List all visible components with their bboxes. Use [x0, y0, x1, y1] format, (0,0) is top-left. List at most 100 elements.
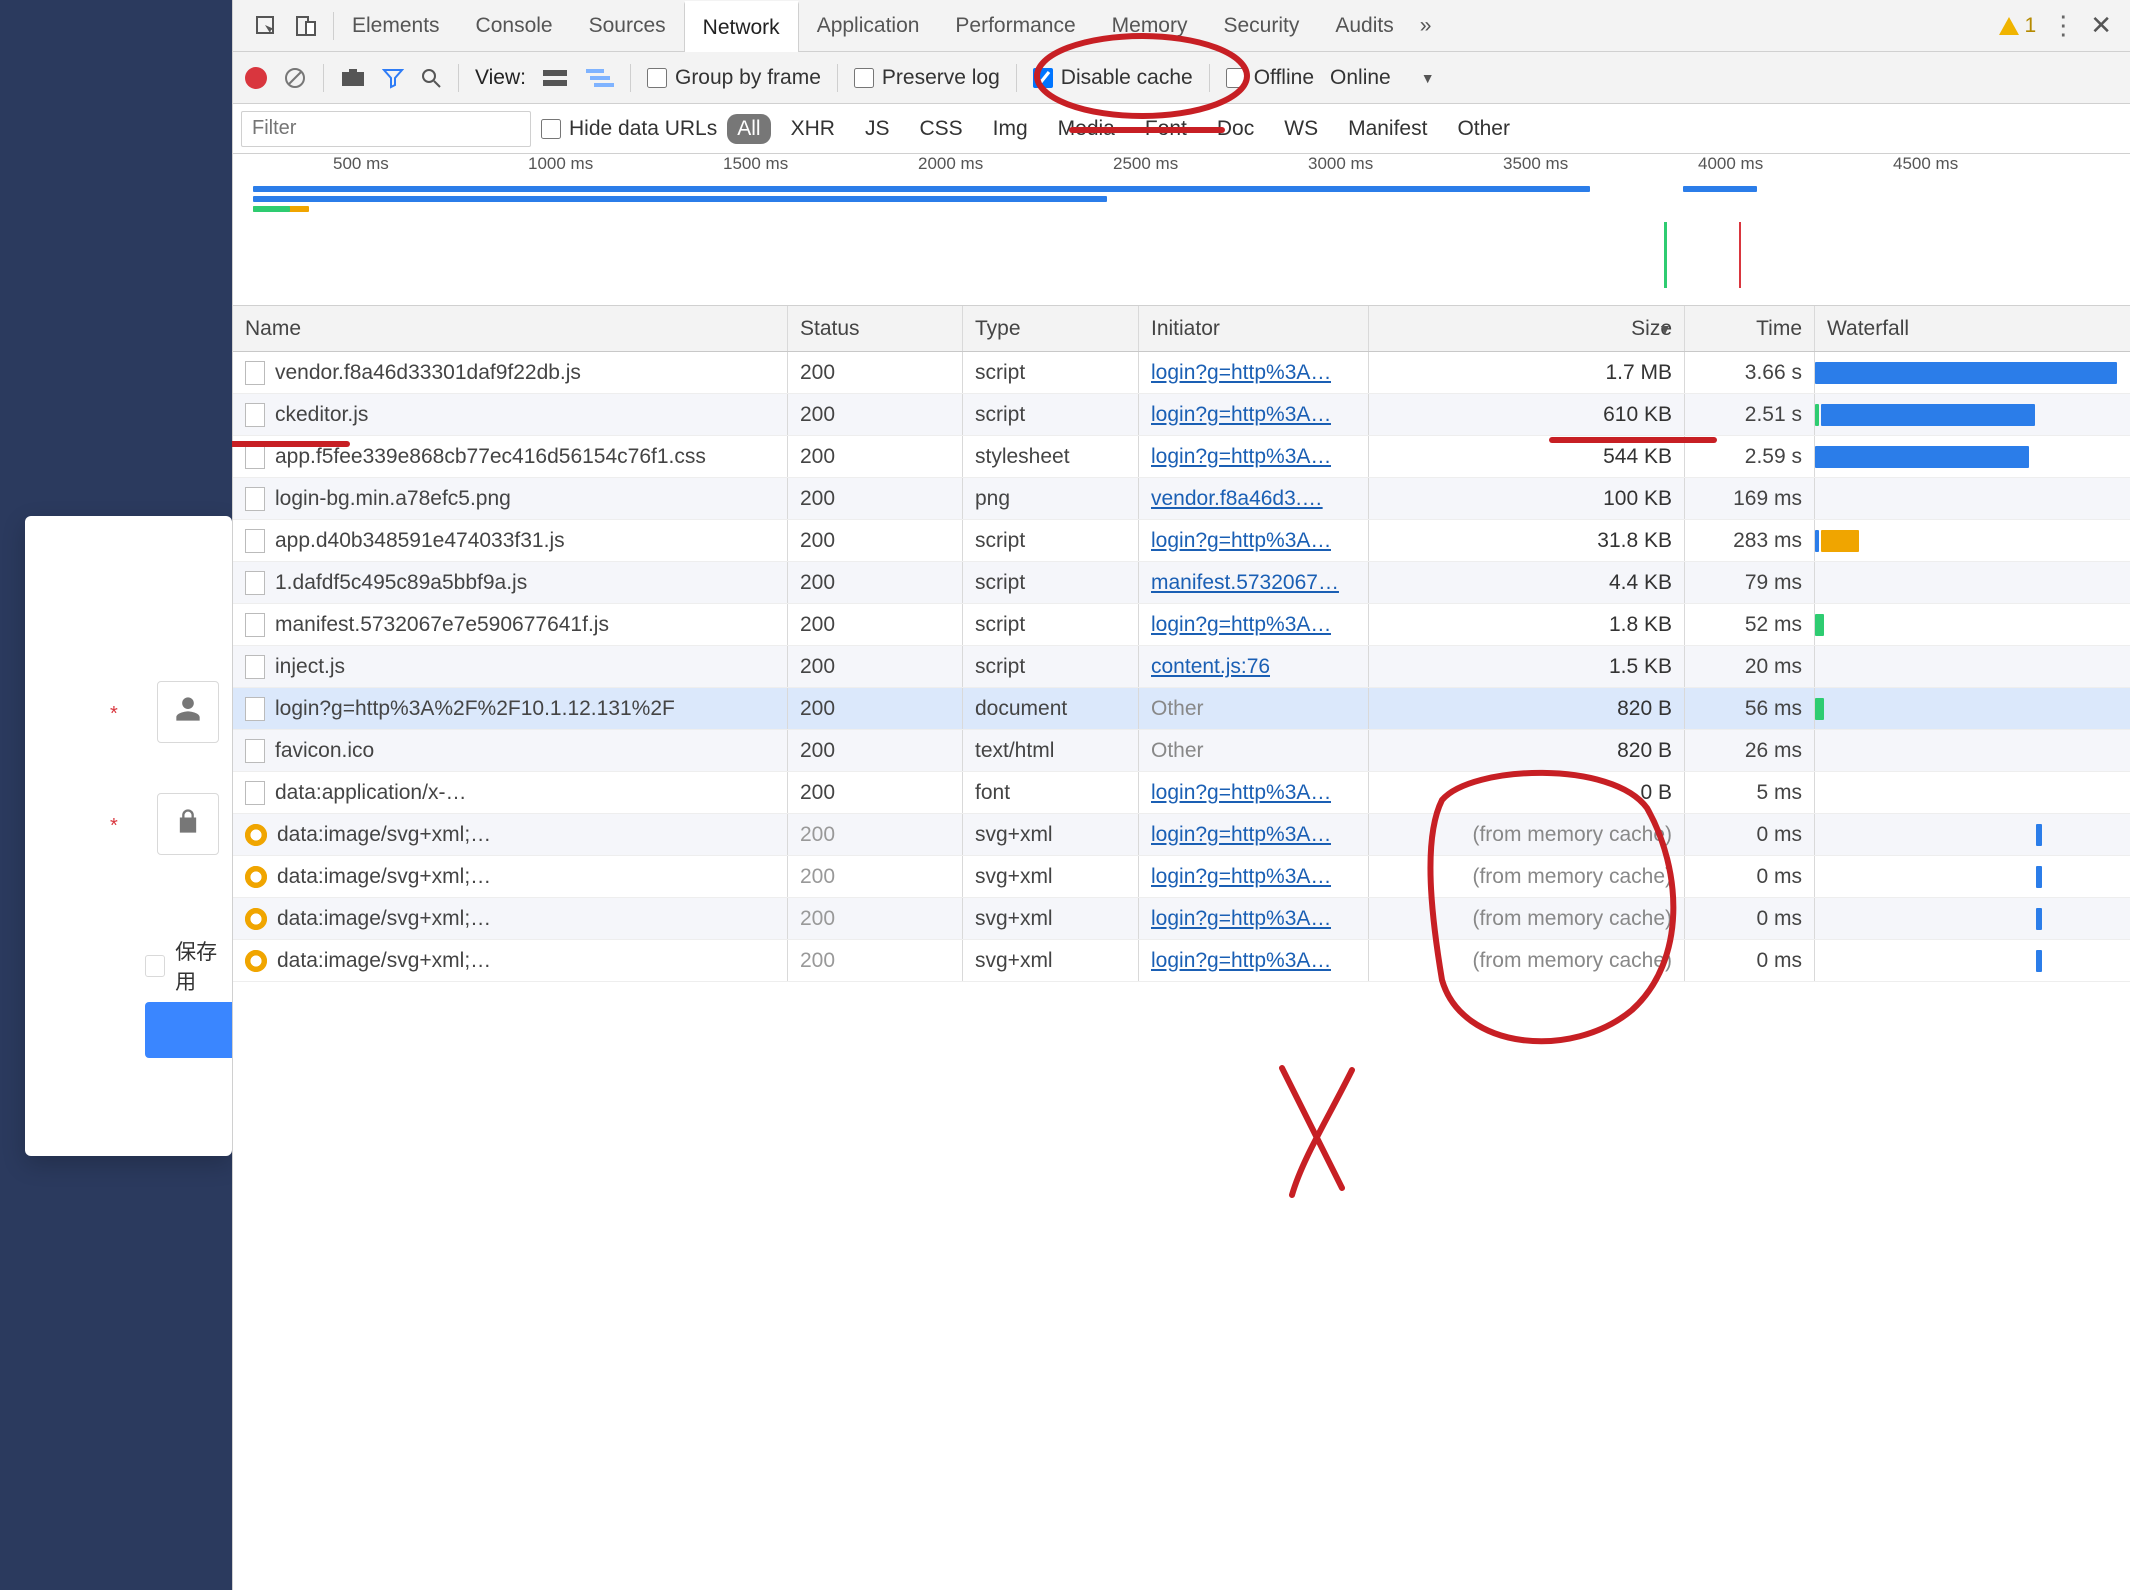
col-name[interactable]: Name [233, 306, 788, 351]
filter-type-xhr[interactable]: XHR [781, 114, 845, 144]
file-icon [245, 571, 265, 595]
clear-icon[interactable] [283, 66, 307, 90]
file-name: vendor.f8a46d33301daf9f22db.js [275, 361, 581, 385]
tab-audits[interactable]: Audits [1317, 0, 1411, 51]
cell-type: svg+xml [963, 814, 1139, 855]
tab-memory[interactable]: Memory [1094, 0, 1206, 51]
screenshots-icon[interactable] [340, 67, 366, 89]
cell-status: 200 [788, 604, 963, 645]
file-name: data:application/x-… [275, 781, 466, 805]
file-icon [245, 445, 265, 469]
initiator-link[interactable]: vendor.f8a46d3.… [1151, 487, 1323, 511]
initiator-link[interactable]: login?g=http%3A… [1151, 361, 1331, 385]
filter-type-ws[interactable]: WS [1274, 114, 1328, 144]
tab-security[interactable]: Security [1205, 0, 1317, 51]
table-row[interactable]: app.d40b348591e474033f31.js200scriptlogi… [233, 520, 2130, 562]
col-status[interactable]: Status [788, 306, 963, 351]
col-time[interactable]: Time [1685, 306, 1815, 351]
cell-type: svg+xml [963, 856, 1139, 897]
initiator-link[interactable]: login?g=http%3A… [1151, 613, 1331, 637]
table-row[interactable]: data:image/svg+xml;…200svg+xmllogin?g=ht… [233, 940, 2130, 982]
disable-cache-checkbox[interactable]: Disable cache [1033, 66, 1193, 90]
filter-type-media[interactable]: Media [1048, 114, 1125, 144]
close-icon[interactable]: ✕ [2090, 10, 2112, 41]
initiator-link[interactable]: login?g=http%3A… [1151, 445, 1331, 469]
table-row[interactable]: inject.js200scriptcontent.js:761.5 KB20 … [233, 646, 2130, 688]
tab-sources[interactable]: Sources [571, 0, 684, 51]
initiator-link[interactable]: login?g=http%3A… [1151, 949, 1331, 973]
table-row[interactable]: favicon.ico200text/htmlOther820 B26 ms [233, 730, 2130, 772]
table-row[interactable]: data:image/svg+xml;…200svg+xmllogin?g=ht… [233, 898, 2130, 940]
tab-console[interactable]: Console [458, 0, 571, 51]
initiator-link[interactable]: login?g=http%3A… [1151, 529, 1331, 553]
cell-waterfall [1815, 814, 2130, 855]
col-initiator[interactable]: Initiator [1139, 306, 1369, 351]
preserve-log-checkbox[interactable]: Preserve log [854, 66, 1000, 90]
tab-application[interactable]: Application [799, 0, 938, 51]
filter-type-font[interactable]: Font [1135, 114, 1197, 144]
cell-size: (from memory cache) [1381, 949, 1672, 973]
initiator-link[interactable]: login?g=http%3A… [1151, 781, 1331, 805]
col-size[interactable]: Size▼ [1369, 306, 1685, 351]
table-row[interactable]: app.f5fee339e868cb77ec416d56154c76f1.css… [233, 436, 2130, 478]
table-row[interactable]: data:image/svg+xml;…200svg+xmllogin?g=ht… [233, 856, 2130, 898]
col-type[interactable]: Type [963, 306, 1139, 351]
inspect-icon[interactable] [253, 13, 279, 39]
filter-type-other[interactable]: Other [1447, 114, 1520, 144]
file-icon [245, 908, 267, 930]
table-row[interactable]: data:application/x-…200fontlogin?g=http%… [233, 772, 2130, 814]
initiator-link[interactable]: manifest.5732067… [1151, 571, 1339, 595]
hide-data-urls-checkbox[interactable]: Hide data URLs [541, 117, 717, 141]
file-icon [245, 361, 265, 385]
filter-type-img[interactable]: Img [983, 114, 1038, 144]
cell-waterfall [1815, 688, 2130, 729]
view-waterfall-icon[interactable] [584, 67, 614, 89]
filter-type-js[interactable]: JS [855, 114, 900, 144]
initiator-link[interactable]: login?g=http%3A… [1151, 403, 1331, 427]
filter-type-css[interactable]: CSS [909, 114, 972, 144]
filter-input[interactable] [241, 111, 531, 147]
chevron-down-icon: ▼ [1421, 70, 1435, 86]
tab-performance[interactable]: Performance [937, 0, 1093, 51]
group-by-frame-checkbox[interactable]: Group by frame [647, 66, 821, 90]
cell-type: png [963, 478, 1139, 519]
remember-checkbox[interactable]: 保存用 [145, 936, 232, 996]
offline-checkbox[interactable]: Offline [1226, 66, 1314, 90]
record-button[interactable] [245, 67, 267, 89]
table-row[interactable]: ckeditor.js200scriptlogin?g=http%3A…610 … [233, 394, 2130, 436]
col-waterfall[interactable]: Waterfall [1815, 306, 2130, 351]
initiator-link[interactable]: login?g=http%3A… [1151, 865, 1331, 889]
view-large-icon[interactable] [542, 68, 568, 88]
table-row[interactable]: data:image/svg+xml;…200svg+xmllogin?g=ht… [233, 814, 2130, 856]
initiator-link[interactable]: login?g=http%3A… [1151, 823, 1331, 847]
cell-waterfall [1815, 604, 2130, 645]
table-row[interactable]: login-bg.min.a78efc5.png200pngvendor.f8a… [233, 478, 2130, 520]
cell-size: 1.5 KB [1381, 655, 1672, 679]
cell-status: 200 [788, 646, 963, 687]
file-name: favicon.ico [275, 739, 374, 763]
table-row[interactable]: vendor.f8a46d33301daf9f22db.js200scriptl… [233, 352, 2130, 394]
warning-badge[interactable]: 1 [1999, 14, 2037, 38]
tab-network[interactable]: Network [684, 1, 799, 52]
cell-time: 56 ms [1697, 697, 1802, 721]
timeline-overview[interactable]: 500 ms1000 ms1500 ms2000 ms2500 ms3000 m… [233, 154, 2130, 306]
table-row[interactable]: 1.dafdf5c495c89a5bbf9a.js200scriptmanife… [233, 562, 2130, 604]
cell-size: 4.4 KB [1381, 571, 1672, 595]
username-input-icon-box[interactable] [157, 681, 219, 743]
filter-type-all[interactable]: All [727, 114, 770, 144]
more-tabs-icon[interactable]: » [1420, 14, 1432, 38]
kebab-menu-icon[interactable]: ⋮ [2050, 10, 2076, 41]
password-input-icon-box[interactable] [157, 793, 219, 855]
search-icon[interactable] [420, 67, 442, 89]
filter-icon[interactable] [382, 67, 404, 89]
table-row[interactable]: login?g=http%3A%2F%2F10.1.12.131%2F200do… [233, 688, 2130, 730]
device-toggle-icon[interactable] [293, 13, 319, 39]
initiator-link[interactable]: content.js:76 [1151, 655, 1270, 679]
initiator-link[interactable]: login?g=http%3A… [1151, 907, 1331, 931]
filter-type-manifest[interactable]: Manifest [1338, 114, 1437, 144]
tab-elements[interactable]: Elements [334, 0, 458, 51]
table-row[interactable]: manifest.5732067e7e590677641f.js200scrip… [233, 604, 2130, 646]
throttling-select[interactable]: Online ▼ [1330, 66, 1435, 90]
filter-type-doc[interactable]: Doc [1207, 114, 1264, 144]
preserve-log-label: Preserve log [882, 66, 1000, 90]
